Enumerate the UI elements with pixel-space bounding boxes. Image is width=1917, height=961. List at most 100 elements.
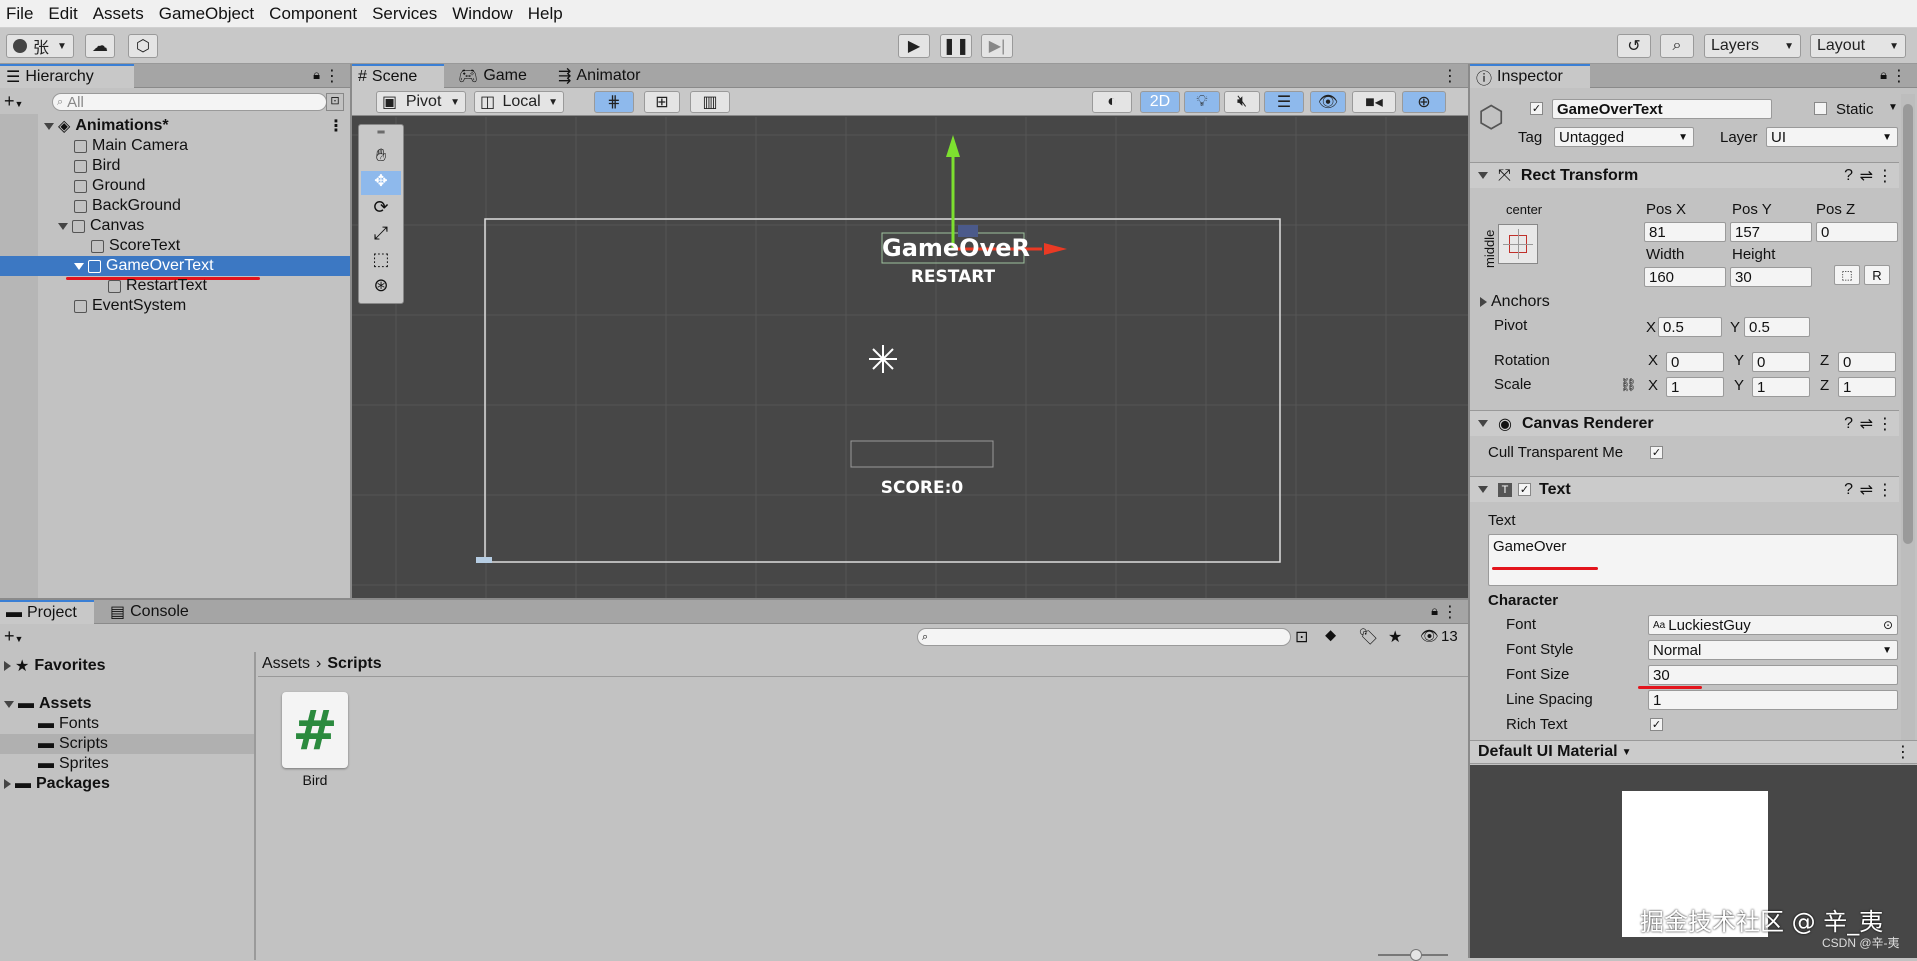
zoom-slider-thumb[interactable] (1410, 949, 1422, 961)
menu-component[interactable]: Component (263, 4, 366, 24)
search-by-type-icon[interactable]: ⊡ (1295, 627, 1308, 647)
lighting-button[interactable]: 💡︎ (1184, 91, 1220, 113)
more-options-icon[interactable]: ⋮ (328, 116, 344, 136)
static-checkbox[interactable] (1814, 102, 1827, 115)
anchors-foldout[interactable]: Anchors (1480, 292, 1550, 312)
x-arrow-icon[interactable] (1044, 243, 1067, 255)
tab-game[interactable]: 🎮︎ Game (452, 64, 538, 88)
posz-field[interactable]: 0 (1816, 222, 1898, 242)
object-picker-icon[interactable]: ⊙ (1883, 618, 1893, 632)
posx-field[interactable]: 81 (1644, 222, 1726, 242)
height-field[interactable]: 30 (1730, 267, 1812, 287)
breadcrumb-scripts[interactable]: Scripts (327, 655, 381, 673)
layer-dropdown[interactable]: UI ▼ (1766, 127, 1898, 147)
rotate-tool-icon[interactable]: ⟳ (365, 197, 397, 221)
move-tool-icon[interactable]: ✥ (361, 171, 401, 195)
label-icon[interactable]: 🏷︎ (1358, 627, 1378, 647)
hidden-packages-toggle[interactable]: 👁︎ 13 (1420, 627, 1458, 646)
cloud-button[interactable]: ☁ (85, 34, 115, 58)
canvas-renderer-header[interactable]: ◉ Canvas Renderer ? ⇌ ⋮ (1470, 410, 1899, 436)
search-button[interactable]: ⌕ (1660, 34, 1694, 58)
more-options-icon[interactable]: ⋮ (1442, 602, 1458, 622)
folder-fonts[interactable]: ▬ Fonts (38, 714, 99, 734)
lock-icon[interactable]: 🔒︎ (1431, 603, 1438, 619)
hierarchy-item-main-camera[interactable]: Main Camera (74, 136, 188, 156)
collab-button[interactable]: ⬡ (128, 34, 158, 58)
menu-gameobject[interactable]: GameObject (153, 4, 263, 24)
preset-icon[interactable]: ⇌ (1860, 166, 1873, 186)
menu-services[interactable]: Services (366, 4, 446, 24)
help-icon[interactable]: ? (1844, 415, 1853, 433)
undo-history-button[interactable]: ↺ (1617, 34, 1651, 58)
lock-icon[interactable]: 🔒︎ (1880, 67, 1887, 83)
material-preview-header[interactable]: Default UI Material ▼ ⋮ (1470, 740, 1917, 764)
add-button[interactable]: +▼ (4, 91, 23, 112)
breadcrumb-assets[interactable]: Assets (262, 655, 310, 673)
step-button[interactable]: ▶| (981, 34, 1013, 58)
favorite-star-icon[interactable]: ★ (1388, 627, 1402, 647)
scene-row[interactable]: ◈ Animations* ⋮ (44, 116, 344, 136)
increment-snap-button[interactable]: ⊞ (644, 91, 680, 113)
project-search-input[interactable]: ⌕ (917, 628, 1291, 646)
more-options-icon[interactable]: ⋮ (324, 66, 340, 86)
preset-icon[interactable]: ⇌ (1860, 480, 1873, 500)
posy-field[interactable]: 157 (1730, 222, 1812, 242)
rect-transform-header[interactable]: ⤧ Rect Transform ? ⇌ ⋮ (1470, 162, 1899, 188)
grid-snap-button[interactable]: ⋕ (594, 91, 634, 113)
rotation-y-field[interactable]: 0 (1752, 352, 1810, 372)
layout-dropdown[interactable]: Layout ▼ (1810, 34, 1906, 58)
pause-button[interactable]: ❚❚ (940, 34, 972, 58)
account-dropdown[interactable]: 张 ▼ (6, 34, 74, 58)
canvas-origin-handle[interactable] (476, 557, 492, 563)
tab-console[interactable]: ▤ Console (104, 600, 204, 624)
drag-handle-icon[interactable]: ═ (367, 127, 395, 138)
lock-icon[interactable]: 🔒︎ (313, 67, 320, 83)
shading-mode-button[interactable]: ◐ (1092, 91, 1132, 113)
hidden-objects-button[interactable]: 👁︎ (1310, 91, 1346, 113)
chevron-down-icon[interactable]: ▼ (1888, 102, 1898, 113)
create-button[interactable]: +▼ (4, 626, 23, 647)
scale-x-field[interactable]: 1 (1666, 377, 1724, 397)
rotation-z-field[interactable]: 0 (1838, 352, 1896, 372)
hierarchy-item-background[interactable]: BackGround (74, 196, 181, 216)
line-spacing-field[interactable]: 1 (1648, 690, 1898, 710)
ruler-button[interactable]: ▥ (690, 91, 730, 113)
scale-y-field[interactable]: 1 (1752, 377, 1810, 397)
object-name-field[interactable]: GameOverText (1552, 99, 1772, 119)
y-arrow-icon[interactable] (946, 135, 960, 157)
text-component-header[interactable]: T ✓ Text ? ⇌ ⋮ (1470, 476, 1899, 502)
score-rect-bounds[interactable] (850, 440, 994, 468)
csharp-script-icon[interactable]: # (282, 692, 348, 768)
blueprint-mode-button[interactable]: ⬚ (1834, 265, 1860, 285)
effects-button[interactable]: ☰ (1264, 91, 1304, 113)
tab-hierarchy[interactable]: ☰ Hierarchy (0, 64, 134, 88)
more-options-icon[interactable]: ⋮ (1895, 742, 1911, 762)
menu-help[interactable]: Help (522, 4, 572, 24)
pivot-dropdown[interactable]: ▣ Pivot ▼ (376, 91, 466, 113)
folder-sprites[interactable]: ▬ Sprites (38, 754, 109, 774)
camera-button[interactable]: ■◂ (1352, 91, 1396, 113)
menu-edit[interactable]: Edit (42, 4, 86, 24)
raw-edit-button[interactable]: R (1864, 265, 1890, 285)
anchor-preset-button[interactable] (1498, 224, 1538, 264)
hierarchy-item-restarttext[interactable]: RestartText (108, 276, 207, 296)
more-options-icon[interactable]: ⋮ (1891, 66, 1907, 86)
hierarchy-item-scoretext[interactable]: ScoreText (91, 236, 180, 256)
menu-file[interactable]: File (0, 4, 42, 24)
scale-tool-icon[interactable]: ⤢ (365, 223, 397, 247)
pivot-x-field[interactable]: 0.5 (1658, 317, 1722, 337)
search-filter-button[interactable]: ⊡ (326, 93, 344, 111)
hierarchy-item-gameovertext-selected[interactable]: GameOverText (0, 256, 350, 276)
hierarchy-search-input[interactable]: ⌕ All (52, 93, 327, 111)
menu-window[interactable]: Window (446, 4, 521, 24)
hierarchy-item-ground[interactable]: Ground (74, 176, 145, 196)
local-dropdown[interactable]: ◫ Local ▼ (474, 91, 564, 113)
hierarchy-item-canvas[interactable]: Canvas (58, 216, 144, 236)
scene-viewport[interactable] (352, 117, 1468, 598)
tab-animator[interactable]: ⇶ Animator (552, 64, 652, 88)
scale-z-field[interactable]: 1 (1838, 377, 1896, 397)
inspector-scrollbar[interactable] (1901, 94, 1915, 794)
more-options-icon[interactable]: ⋮ (1877, 480, 1893, 500)
more-options-icon[interactable]: ⋮ (1442, 66, 1458, 86)
text-content-area[interactable]: GameOver (1488, 534, 1898, 586)
